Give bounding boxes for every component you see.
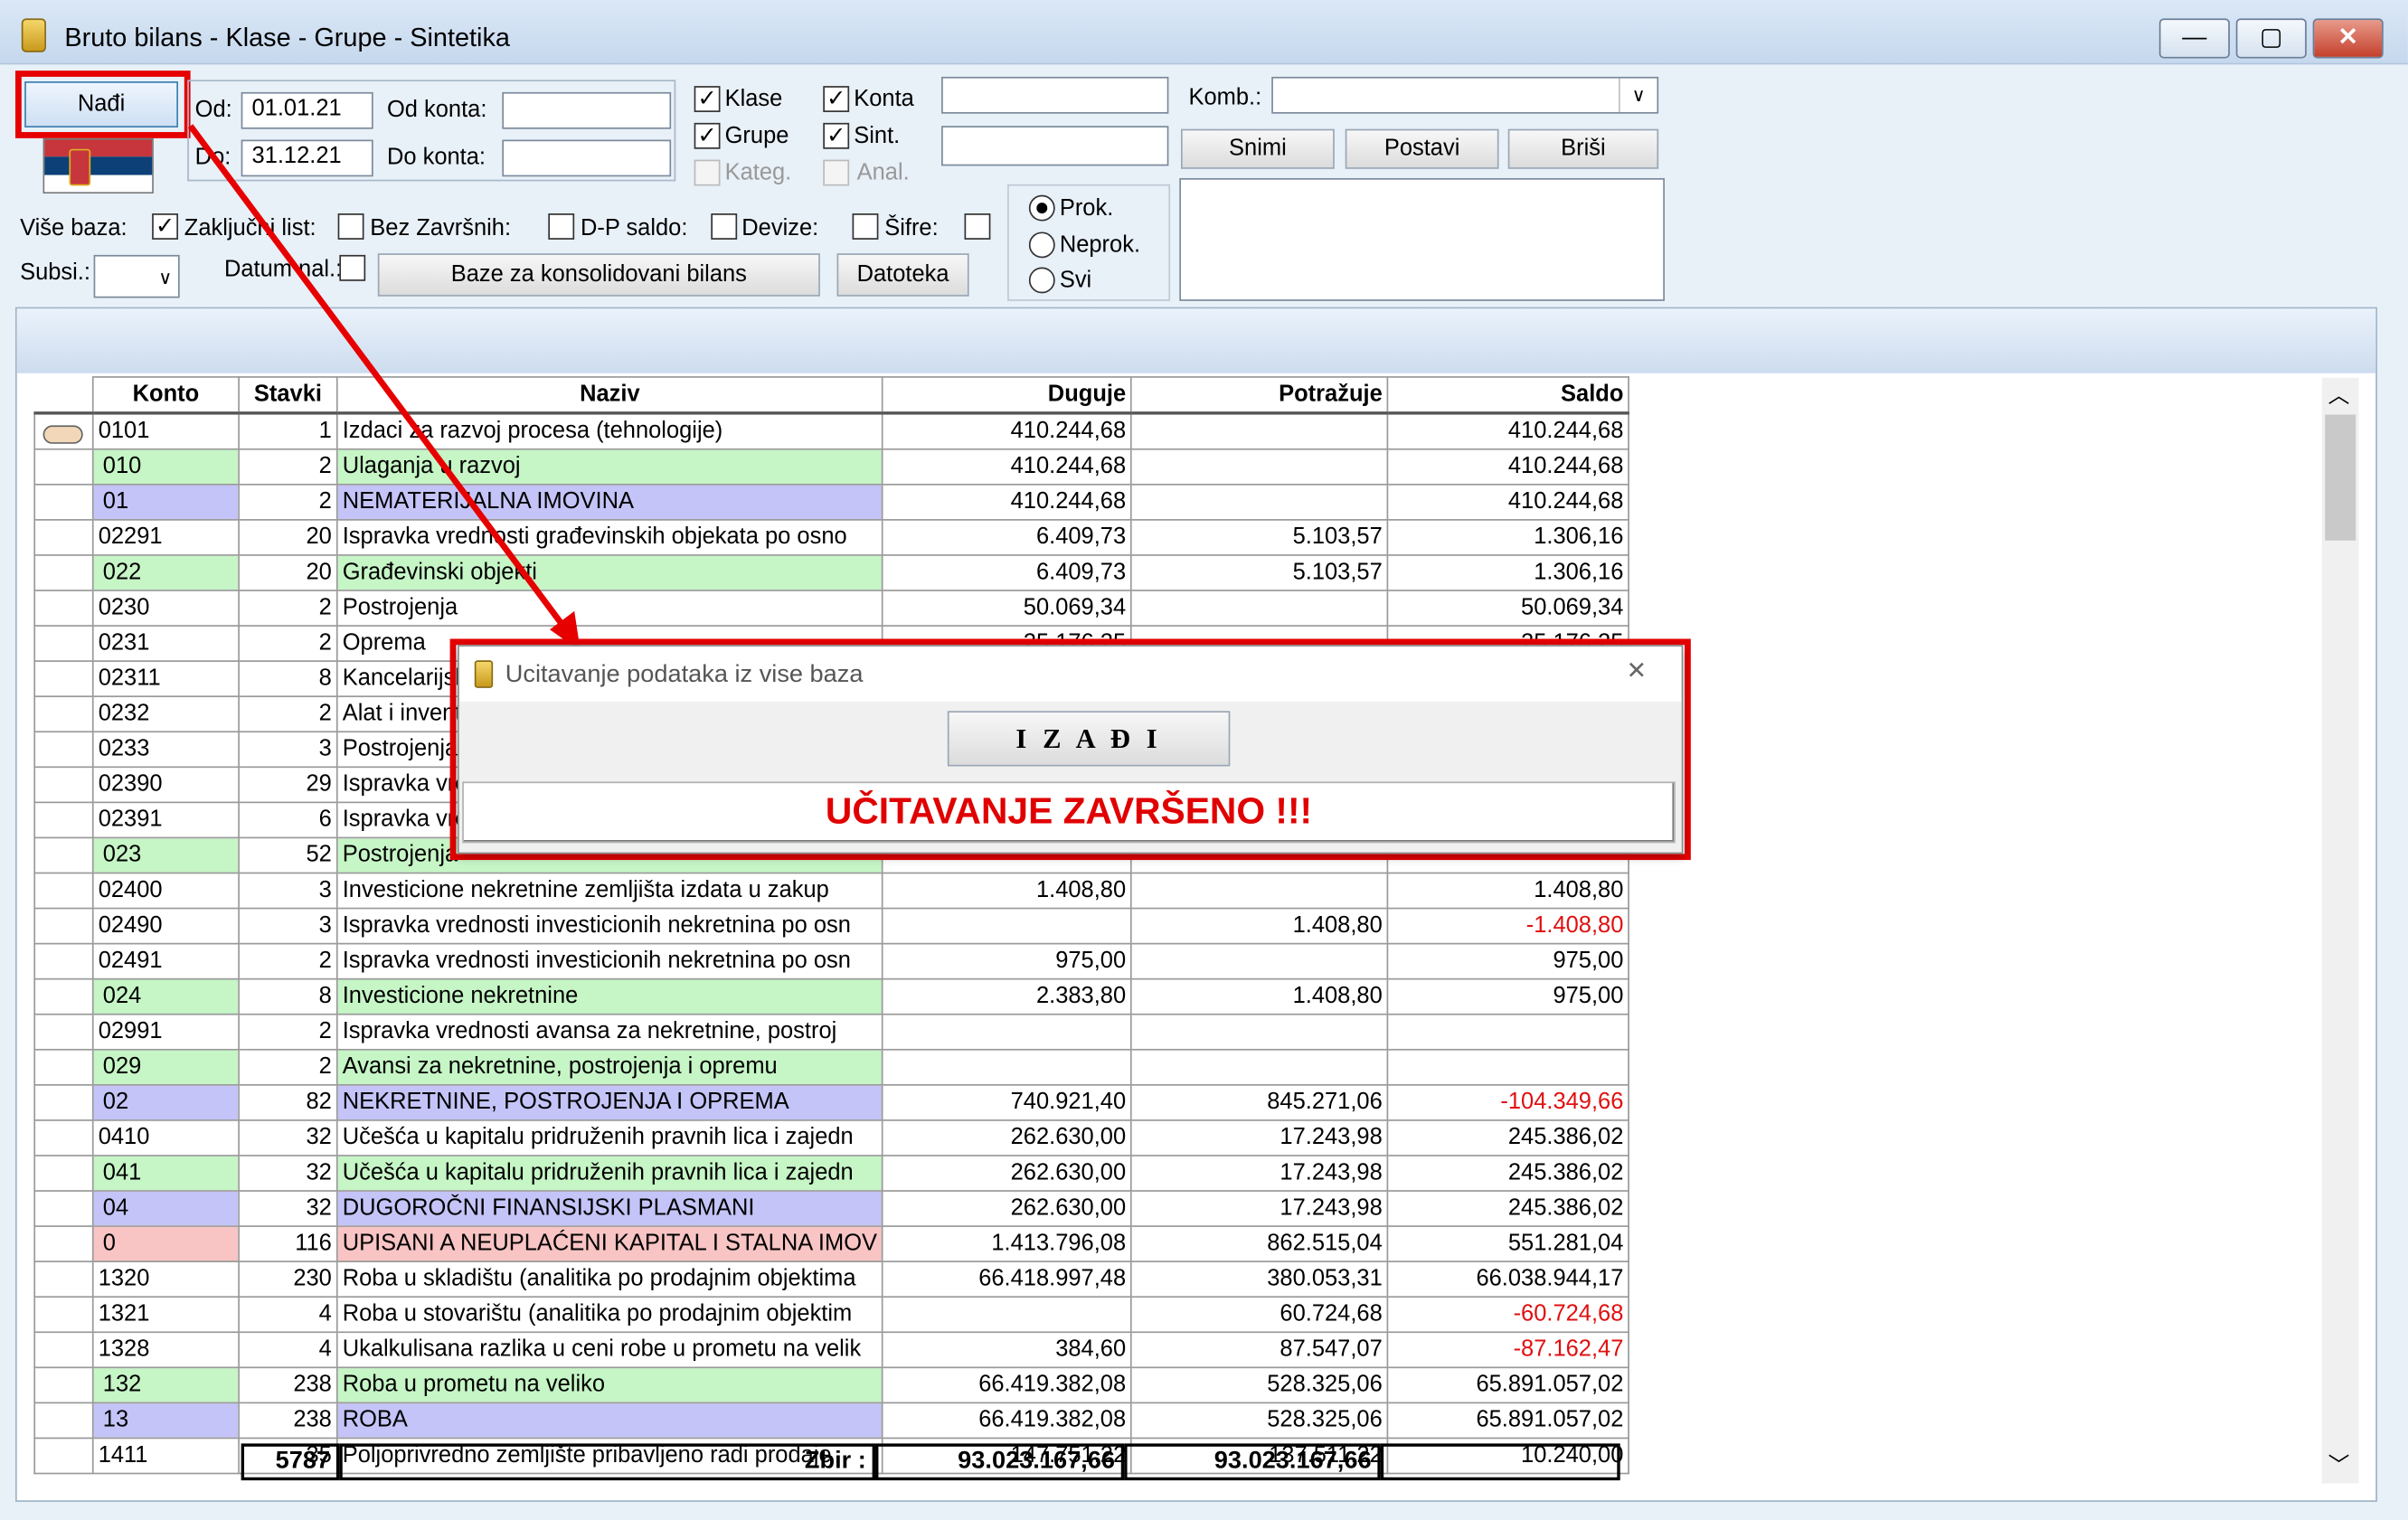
status-message: UČITAVANJE ZAVRŠENO !!! [462,781,1676,844]
dialog-app-icon [474,660,494,688]
dialog-close-button[interactable]: ✕ [1626,659,1647,687]
dialog-title: Ucitavanje podataka iz vise baza [505,661,864,688]
izadi-button[interactable]: I Z A Đ I [947,711,1231,767]
loading-dialog: Ucitavanje podataka iz vise baza ✕ I Z A… [458,645,1684,854]
